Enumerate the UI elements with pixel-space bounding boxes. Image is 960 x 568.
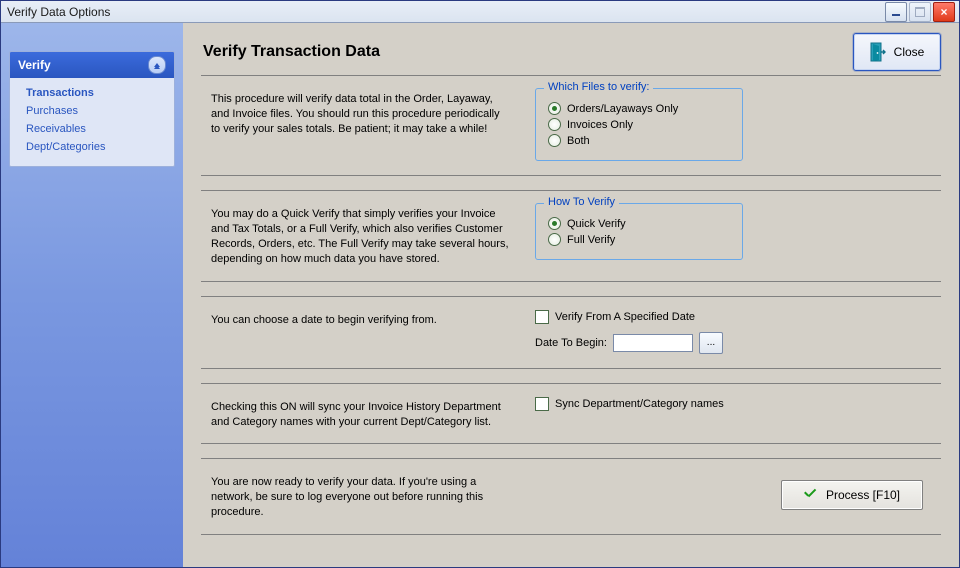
radio-icon — [548, 233, 561, 246]
checkbox-label: Verify From A Specified Date — [555, 311, 695, 323]
radio-icon — [548, 118, 561, 131]
collapse-icon[interactable] — [148, 56, 166, 74]
sidebar-header[interactable]: Verify — [10, 52, 174, 78]
minimize-icon — [892, 14, 900, 16]
window-close-button[interactable]: × — [933, 2, 955, 22]
date-to-begin-input[interactable] — [613, 334, 693, 352]
date-picker-button[interactable]: ... — [699, 332, 723, 354]
radio-label: Invoices Only — [567, 119, 633, 131]
maximize-icon — [915, 7, 925, 17]
window: Verify Data Options × Verify — [0, 0, 960, 568]
which-files-controls: Which Files to verify: Orders/Layaways O… — [535, 86, 743, 161]
which-files-description: This procedure will verify data total in… — [211, 86, 511, 137]
sidebar-header-label: Verify — [18, 58, 51, 72]
how-to-verify-groupbox: How To Verify Quick Verify Full Verify — [535, 203, 743, 260]
checkbox-icon — [535, 397, 549, 411]
checkbox-icon — [535, 310, 549, 324]
section-which-files: This procedure will verify data total in… — [201, 75, 941, 176]
radio-full-verify[interactable]: Full Verify — [548, 233, 728, 246]
how-to-verify-description: You may do a Quick Verify that simply ve… — [211, 201, 511, 266]
page-title: Verify Transaction Data — [203, 43, 941, 61]
sidebar-body: Transactions Purchases Receivables Dept/… — [10, 78, 174, 166]
checkbox-verify-from-date[interactable]: Verify From A Specified Date — [535, 310, 723, 324]
section-how-to-verify: You may do a Quick Verify that simply ve… — [201, 190, 941, 281]
radio-both[interactable]: Both — [548, 134, 728, 147]
radio-quick-verify[interactable]: Quick Verify — [548, 217, 728, 230]
window-title: Verify Data Options — [7, 5, 885, 19]
date-to-begin-row: Date To Begin: ... — [535, 332, 723, 354]
section-date: You can choose a date to begin verifying… — [201, 296, 941, 369]
section-sync: Checking this ON will sync your Invoice … — [201, 383, 941, 445]
door-exit-icon — [870, 42, 886, 62]
sidebar-item-purchases[interactable]: Purchases — [24, 102, 168, 120]
sidebar: Verify Transactions Purchases Receivable… — [1, 23, 183, 567]
section-process: You are now ready to verify your data. I… — [201, 458, 941, 535]
radio-icon — [548, 102, 561, 115]
date-to-begin-label: Date To Begin: — [535, 337, 607, 349]
radio-label: Both — [567, 135, 590, 147]
process-controls: Process [F10] — [781, 480, 923, 510]
sync-controls: Sync Department/Category names — [535, 394, 724, 414]
radio-invoices-only[interactable]: Invoices Only — [548, 118, 728, 131]
radio-orders-layaways-only[interactable]: Orders/Layaways Only — [548, 102, 728, 115]
how-to-verify-legend: How To Verify — [544, 196, 619, 208]
close-button[interactable]: Close — [853, 33, 941, 71]
process-button-label: Process [F10] — [826, 488, 900, 502]
maximize-button — [909, 2, 931, 22]
radio-icon — [548, 217, 561, 230]
process-description: You are now ready to verify your data. I… — [211, 469, 511, 520]
radio-icon — [548, 134, 561, 147]
sync-description: Checking this ON will sync your Invoice … — [211, 394, 511, 430]
sidebar-item-transactions[interactable]: Transactions — [24, 84, 168, 102]
checkmark-icon — [804, 490, 818, 500]
date-description: You can choose a date to begin verifying… — [211, 307, 511, 328]
how-to-verify-controls: How To Verify Quick Verify Full Verify — [535, 201, 743, 260]
sidebar-item-receivables[interactable]: Receivables — [24, 120, 168, 138]
main-content: Close Verify Transaction Data This proce… — [183, 23, 959, 567]
minimize-button[interactable] — [885, 2, 907, 22]
close-icon: × — [940, 6, 947, 18]
date-controls: Verify From A Specified Date Date To Beg… — [535, 307, 723, 354]
checkbox-label: Sync Department/Category names — [555, 398, 724, 410]
close-button-label: Close — [894, 45, 925, 59]
sidebar-item-dept-categories[interactable]: Dept/Categories — [24, 138, 168, 156]
which-files-legend: Which Files to verify: — [544, 81, 653, 93]
radio-label: Full Verify — [567, 234, 615, 246]
body: Verify Transactions Purchases Receivable… — [1, 23, 959, 567]
radio-label: Quick Verify — [567, 218, 626, 230]
titlebar-buttons: × — [885, 2, 955, 22]
titlebar: Verify Data Options × — [1, 1, 959, 23]
sidebar-panel: Verify Transactions Purchases Receivable… — [9, 51, 175, 167]
ellipsis-icon: ... — [707, 337, 715, 348]
which-files-groupbox: Which Files to verify: Orders/Layaways O… — [535, 88, 743, 161]
checkbox-sync-dept-category[interactable]: Sync Department/Category names — [535, 397, 724, 411]
chevron-up-icon — [154, 63, 160, 67]
process-button[interactable]: Process [F10] — [781, 480, 923, 510]
radio-label: Orders/Layaways Only — [567, 103, 678, 115]
